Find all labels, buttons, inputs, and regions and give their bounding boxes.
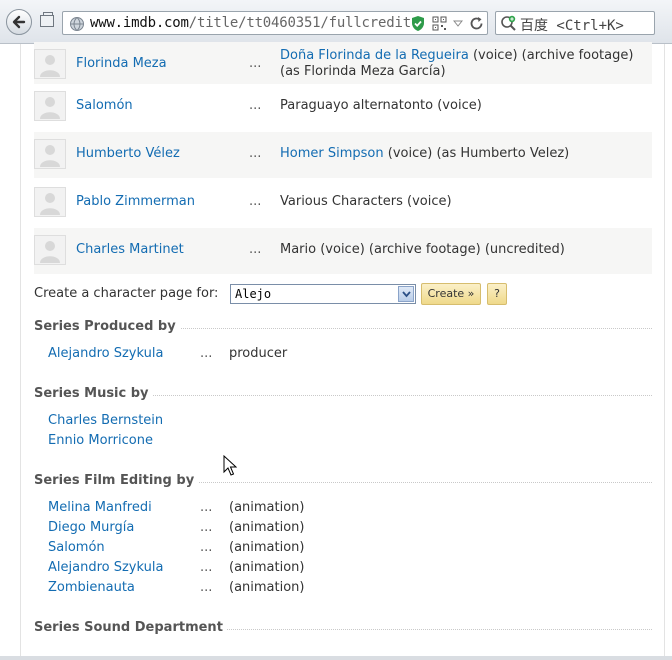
ellipsis: ... <box>200 500 213 515</box>
ellipsis: ... <box>249 194 262 209</box>
create-button[interactable]: Create » <box>421 283 481 305</box>
mouse-pointer-icon <box>223 455 237 476</box>
url-text: www.imdb.com/title/tt0460351/fullcredit <box>90 15 411 31</box>
actor-link[interactable]: Charles Martinet <box>76 242 184 257</box>
reload-icon[interactable] <box>469 16 484 31</box>
dropdown-arrow-icon[interactable] <box>453 20 463 27</box>
character-link[interactable]: Doña Florinda de la Regueira <box>280 48 469 63</box>
section-heading-sound: Series Sound Department <box>34 620 652 635</box>
person-silhouette-icon <box>40 55 60 77</box>
ellipsis: ... <box>249 56 262 71</box>
search-box[interactable]: 百度 <Ctrl+K> <box>495 11 655 35</box>
character-note: Mario (voice) (archive footage) (uncredi… <box>280 242 565 257</box>
ellipsis: ... <box>200 540 213 555</box>
crew-name-link[interactable]: Charles Bernstein <box>48 413 163 428</box>
character-cell: Homer Simpson (voice) (as Humberto Velez… <box>280 146 652 162</box>
crew-credit: producer <box>229 346 288 361</box>
crew-name-link[interactable]: Melina Manfredi <box>48 500 152 515</box>
ellipsis: ... <box>249 146 262 161</box>
character-cell: Doña Florinda de la Regueira (voice) (ar… <box>280 48 652 80</box>
no-photo-thumbnail[interactable] <box>34 91 66 121</box>
page-content: Florinda Meza ... Doña Florinda de la Re… <box>20 42 665 656</box>
crew-name-link[interactable]: Salomón <box>48 540 105 555</box>
person-silhouette-icon <box>40 241 60 263</box>
search-icon <box>501 15 516 31</box>
actor-link[interactable]: Humberto Vélez <box>76 146 180 161</box>
crew-credit: (animation) <box>229 560 305 575</box>
cast-row: Humberto Vélez ... Homer Simpson (voice)… <box>34 132 652 178</box>
cast-row: Pablo Zimmerman ... Various Characters (… <box>34 180 652 226</box>
no-photo-thumbnail[interactable] <box>34 235 66 265</box>
no-photo-thumbnail[interactable] <box>34 187 66 217</box>
character-link[interactable]: Homer Simpson <box>280 146 384 161</box>
select-arrow-button[interactable] <box>398 286 414 302</box>
shield-icon[interactable] <box>410 15 426 32</box>
tab-list-icon[interactable] <box>40 12 54 27</box>
crew-credit: (animation) <box>229 500 305 515</box>
crew-credit: (animation) <box>229 580 305 595</box>
crew-name-link[interactable]: Alejandro Szykula <box>48 560 163 575</box>
back-arrow-icon <box>12 15 26 29</box>
section-heading-music: Series Music by <box>34 386 652 401</box>
qr-code-icon[interactable] <box>432 16 447 31</box>
cast-row: Charles Martinet ... Mario (voice) (arch… <box>34 228 652 274</box>
crew-name-link[interactable]: Zombienauta <box>48 580 135 595</box>
back-button[interactable] <box>6 9 32 35</box>
ellipsis: ... <box>249 98 262 113</box>
ellipsis: ... <box>200 560 213 575</box>
ellipsis: ... <box>200 580 213 595</box>
actor-link[interactable]: Florinda Meza <box>76 56 167 71</box>
chevron-down-icon <box>402 291 411 298</box>
character-cell: Paraguayo alternatonto (voice) <box>280 98 652 114</box>
character-cell: Mario (voice) (archive footage) (uncredi… <box>280 242 652 258</box>
crew-name-link[interactable]: Ennio Morricone <box>48 433 153 448</box>
crew-name-link[interactable]: Alejandro Szykula <box>48 346 163 361</box>
character-select[interactable]: Alejo <box>230 284 416 304</box>
character-page-label: Create a character page for: <box>34 286 219 301</box>
ellipsis: ... <box>249 242 262 257</box>
person-silhouette-icon <box>40 193 60 215</box>
character-note: Paraguayo alternatonto (voice) <box>280 98 482 113</box>
globe-icon <box>70 17 84 31</box>
person-silhouette-icon <box>40 145 60 167</box>
actor-link[interactable]: Salomón <box>76 98 133 113</box>
address-bar[interactable]: www.imdb.com/title/tt0460351/fullcredit <box>62 11 488 35</box>
character-note: (voice) (as Humberto Velez) <box>383 146 570 161</box>
section-heading-editing: Series Film Editing by <box>34 473 652 488</box>
cast-row: Salomón ... Paraguayo alternatonto (voic… <box>34 84 652 130</box>
crew-credit: (animation) <box>229 540 305 555</box>
crew-credit: (animation) <box>229 520 305 535</box>
ellipsis: ... <box>200 346 213 361</box>
help-button[interactable]: ? <box>487 283 507 305</box>
browser-toolbar: www.imdb.com/title/tt0460351/fullcredit … <box>0 0 672 44</box>
cast-row: Florinda Meza ... Doña Florinda de la Re… <box>34 42 652 88</box>
character-cell: Various Characters (voice) <box>280 194 652 210</box>
search-placeholder: 百度 <Ctrl+K> <box>520 18 624 34</box>
section-heading-produced: Series Produced by <box>34 319 652 334</box>
actor-link[interactable]: Pablo Zimmerman <box>76 194 195 209</box>
character-select-value: Alejo <box>235 287 272 301</box>
ellipsis: ... <box>200 520 213 535</box>
horizontal-scrollbar[interactable] <box>0 656 672 660</box>
no-photo-thumbnail[interactable] <box>34 49 66 79</box>
no-photo-thumbnail[interactable] <box>34 139 66 169</box>
person-silhouette-icon <box>40 97 60 119</box>
crew-name-link[interactable]: Diego Murgía <box>48 520 134 535</box>
character-note: Various Characters (voice) <box>280 194 452 209</box>
